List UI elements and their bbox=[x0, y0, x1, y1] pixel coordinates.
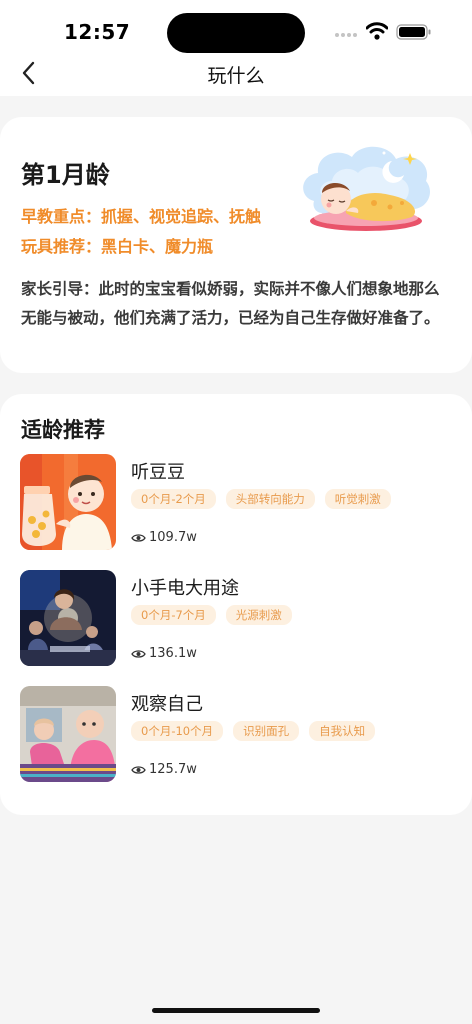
activity-thumbnail bbox=[20, 570, 116, 666]
signal-icon bbox=[335, 33, 359, 39]
age-recommendation-card: 适龄推荐 听豆豆 0个月-2个月 头部转向能力 听觉刺激 109.7w 小手电大… bbox=[0, 394, 472, 815]
skill-tag: 听觉刺激 bbox=[324, 489, 391, 509]
eye-icon bbox=[131, 649, 146, 658]
page-title: 玩什么 bbox=[207, 65, 265, 87]
activity-thumbnail bbox=[20, 454, 116, 550]
view-count-value: 109.7w bbox=[149, 530, 197, 545]
status-time: 12:57 bbox=[64, 20, 131, 44]
activity-thumbnail bbox=[20, 686, 116, 782]
parent-guide: 家长引导：此时的宝宝看似娇弱，实际并不像人们想象地那么无能与被动，他们充满了活力… bbox=[21, 280, 440, 327]
navigation-bar: 玩什么 bbox=[0, 56, 472, 96]
age-info-card: 第1月龄 早教重点：抓握、视觉追踪、抚触 玩具推荐：黑白卡、魔力瓶 家长引导：此… bbox=[0, 117, 472, 373]
view-count-value: 136.1w bbox=[149, 646, 197, 661]
activity-name: 小手电大用途 bbox=[131, 578, 239, 599]
skill-tag: 自我认知 bbox=[309, 721, 376, 741]
activity-name: 听豆豆 bbox=[131, 462, 185, 483]
tag-list: 0个月-2个月 头部转向能力 听觉刺激 bbox=[131, 489, 391, 509]
wifi-icon bbox=[366, 22, 388, 40]
activity-name: 观察自己 bbox=[131, 694, 203, 715]
eye-icon bbox=[131, 533, 146, 542]
list-item[interactable]: 听豆豆 0个月-2个月 头部转向能力 听觉刺激 109.7w bbox=[20, 454, 450, 550]
skill-tag: 光源刺激 bbox=[225, 605, 292, 625]
list-item[interactable]: 观察自己 0个月-10个月 识别面孔 自我认知 125.7w bbox=[20, 686, 450, 782]
tag-list: 0个月-10个月 识别面孔 自我认知 bbox=[131, 721, 376, 741]
toy-recommendation: 玩具推荐：黑白卡、魔力瓶 bbox=[21, 237, 214, 256]
skill-tag: 头部转向能力 bbox=[225, 489, 315, 509]
list-item[interactable]: 小手电大用途 0个月-7个月 光源刺激 136.1w bbox=[20, 570, 450, 666]
view-count-value: 125.7w bbox=[149, 762, 197, 777]
age-range-tag: 0个月-2个月 bbox=[131, 489, 216, 509]
age-title: 第1月龄 bbox=[21, 161, 110, 189]
battery-icon bbox=[396, 24, 431, 40]
education-focus: 早教重点：抓握、视觉追踪、抚触 bbox=[21, 207, 262, 226]
status-bar: 12:57 bbox=[0, 0, 472, 56]
view-count: 109.7w bbox=[131, 530, 197, 545]
tag-list: 0个月-7个月 光源刺激 bbox=[131, 605, 292, 625]
skill-tag: 识别面孔 bbox=[233, 721, 300, 741]
sleeping-baby-illustration bbox=[303, 146, 431, 231]
age-range-tag: 0个月-10个月 bbox=[131, 721, 224, 741]
home-indicator[interactable] bbox=[152, 1008, 320, 1013]
view-count: 125.7w bbox=[131, 762, 197, 777]
section-title: 适龄推荐 bbox=[21, 418, 105, 442]
view-count: 136.1w bbox=[131, 646, 197, 661]
dynamic-island bbox=[167, 13, 305, 53]
eye-icon bbox=[131, 765, 146, 774]
age-range-tag: 0个月-7个月 bbox=[131, 605, 216, 625]
